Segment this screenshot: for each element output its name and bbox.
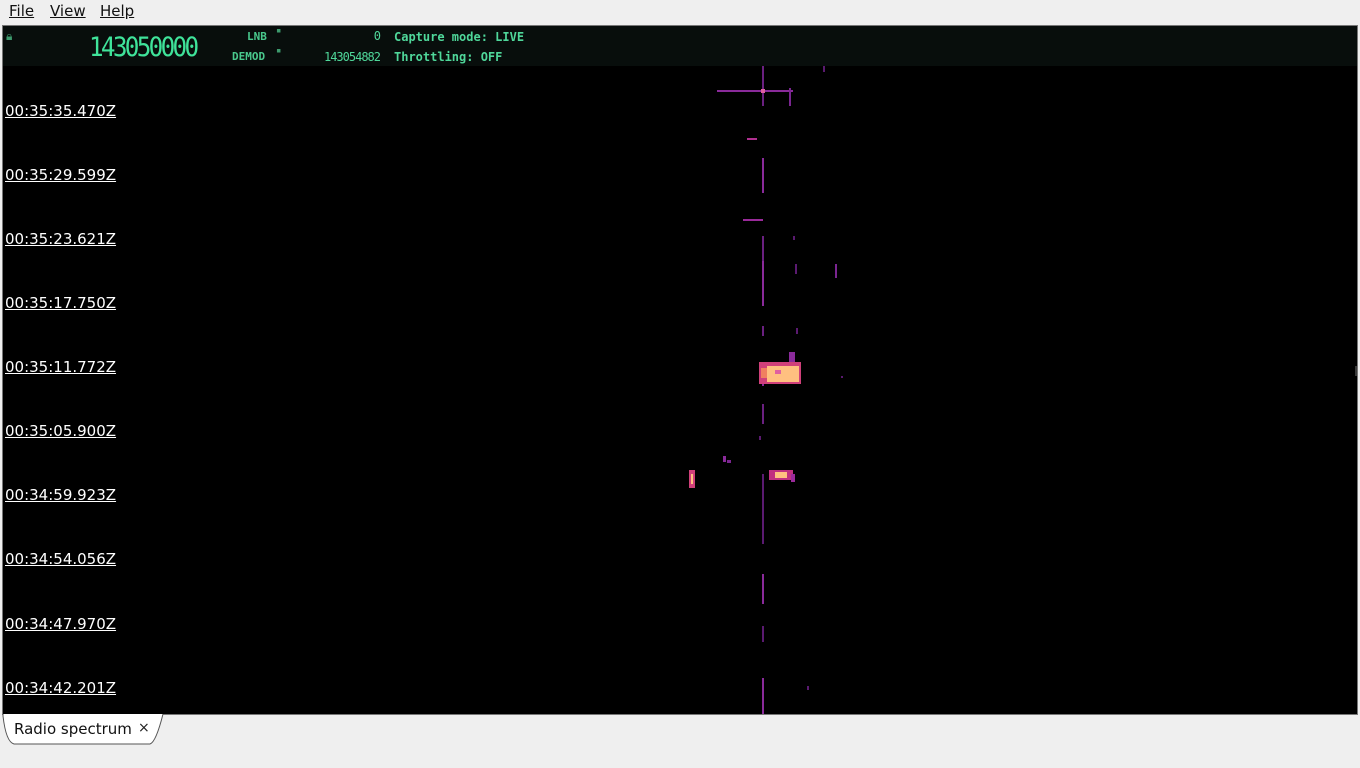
tab-label: Radio spectrum <box>14 720 132 738</box>
menu-view[interactable]: View <box>49 2 87 20</box>
menu-help[interactable]: Help <box>99 2 135 20</box>
timestamp-label[interactable]: 00:35:11.772Z <box>5 358 116 376</box>
lock-icon[interactable]: 🔒︎ <box>6 29 12 44</box>
lnb-lock-icon[interactable]: ▪ <box>276 26 281 36</box>
menu-bar: File View Help <box>0 0 1360 22</box>
spectrum-panel: 🔒︎ 143050000 LNB ▪ 0 DEMOD ▪ 143054882 C… <box>2 25 1358 715</box>
close-icon[interactable]: × <box>138 720 150 736</box>
menu-help-label: Help <box>100 2 135 20</box>
capture-mode: Capture mode: LIVE <box>394 30 525 44</box>
lnb-value[interactable]: 0 <box>303 29 381 43</box>
timestamp-label[interactable]: 00:34:42.201Z <box>5 679 116 697</box>
waterfall-graphic <box>3 66 1357 714</box>
demod-value[interactable]: 143054882 <box>303 50 381 64</box>
timestamp-label[interactable]: 00:35:17.750Z <box>5 294 116 312</box>
lnb-label: LNB <box>247 30 267 43</box>
demod-label: DEMOD <box>232 50 266 63</box>
timestamp-label[interactable]: 00:35:29.599Z <box>5 166 116 184</box>
tab-radio-spectrum[interactable]: Radio spectrum × <box>2 714 164 745</box>
menu-view-label: View <box>50 2 86 20</box>
timestamp-label[interactable]: 00:34:59.923Z <box>5 486 116 504</box>
waterfall-display[interactable]: 00:35:35.470Z 00:35:29.599Z 00:35:23.621… <box>3 66 1357 714</box>
timestamp-label[interactable]: 00:34:47.970Z <box>5 615 116 633</box>
center-frequency[interactable]: 143050000 <box>89 32 199 63</box>
menu-file[interactable]: File <box>8 2 35 20</box>
timestamp-label[interactable]: 00:35:05.900Z <box>5 422 116 440</box>
menu-file-label: File <box>9 2 35 20</box>
timestamp-label[interactable]: 00:35:35.470Z <box>5 102 116 120</box>
throttling-status: Throttling: OFF <box>394 50 503 64</box>
timestamp-label[interactable]: 00:34:54.056Z <box>5 550 116 568</box>
tab-bar: Radio spectrum × <box>0 714 1360 768</box>
status-bar: 🔒︎ 143050000 LNB ▪ 0 DEMOD ▪ 143054882 C… <box>3 26 1357 66</box>
demod-lock-icon[interactable]: ▪ <box>276 46 281 56</box>
timestamp-label[interactable]: 00:35:23.621Z <box>5 230 116 248</box>
